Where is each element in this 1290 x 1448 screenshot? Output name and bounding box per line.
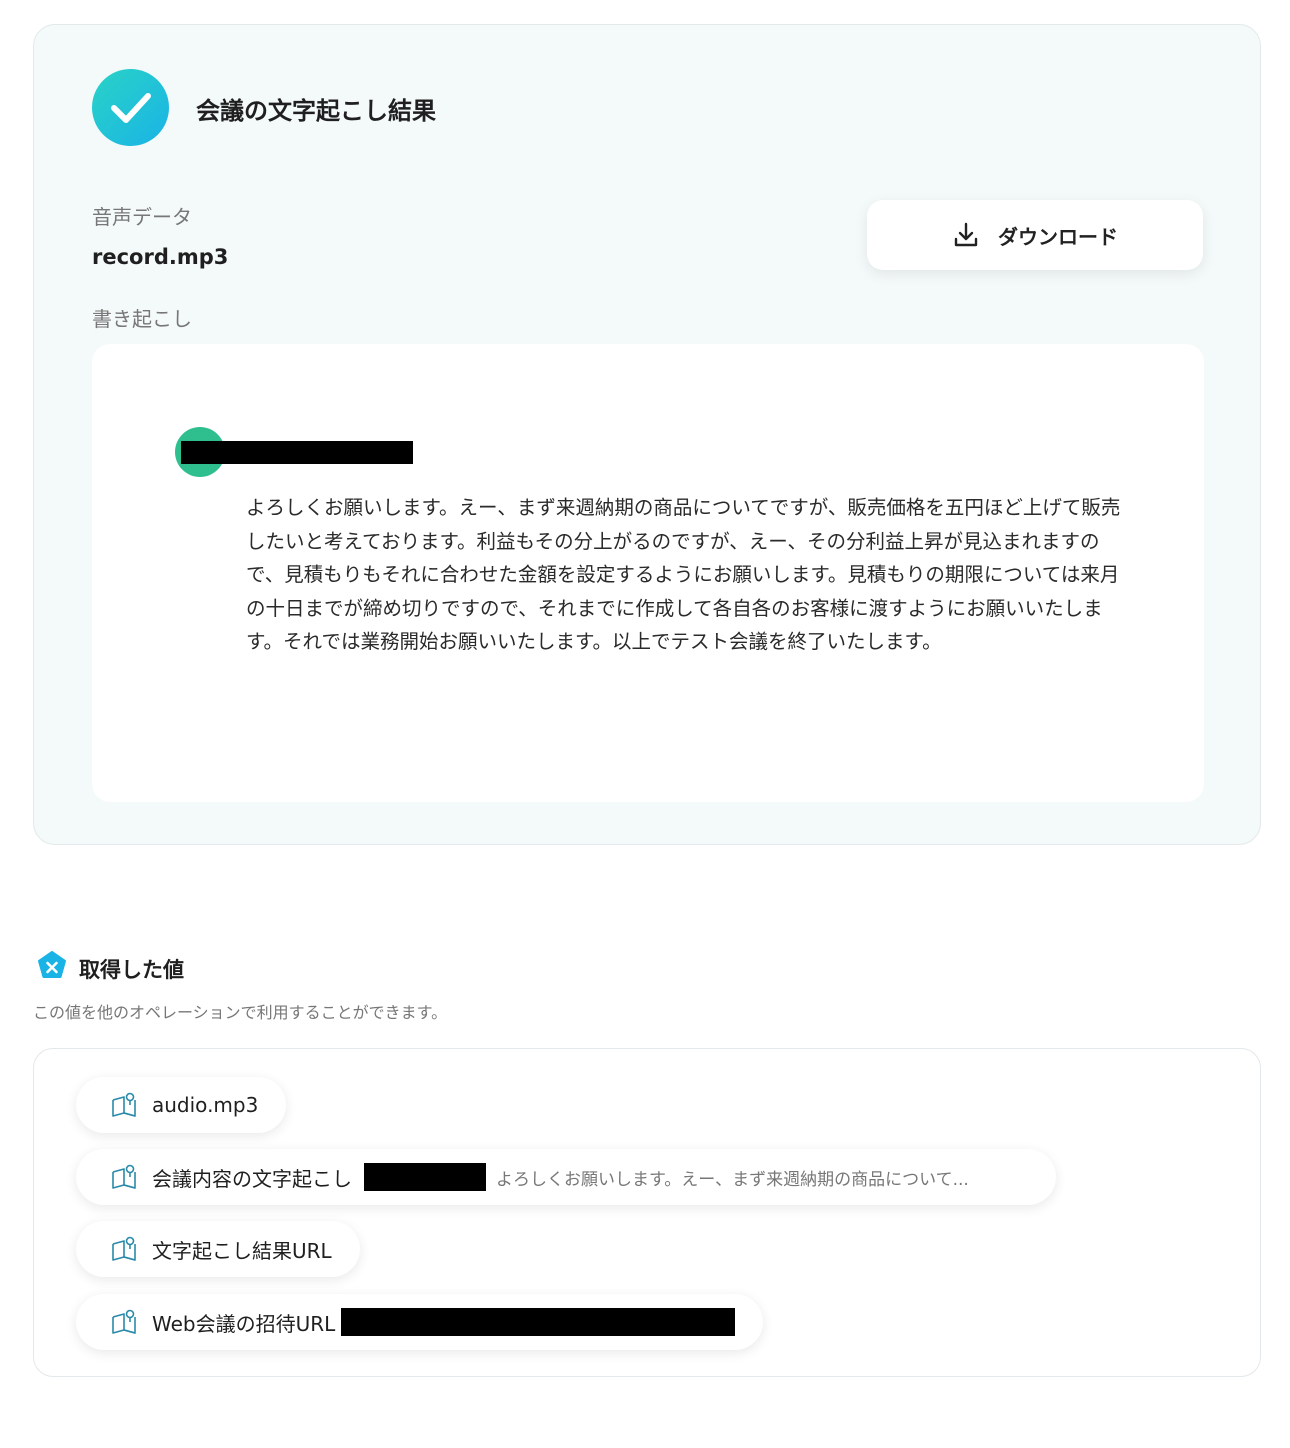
audio-filename: record.mp3 bbox=[92, 245, 229, 269]
transcription-result-card: 会議の文字起こし結果 音声データ record.mp3 ダウンロード 書き起こし… bbox=[33, 24, 1261, 845]
value-chip-meeting-url[interactable]: Web会議の招待URL bbox=[76, 1294, 764, 1350]
book-icon bbox=[112, 1164, 136, 1189]
redacted-block bbox=[364, 1163, 486, 1191]
variable-badge-icon bbox=[38, 951, 66, 978]
check-icon bbox=[92, 69, 169, 146]
audio-data-label: 音声データ bbox=[92, 205, 192, 229]
value-label: audio.mp3 bbox=[152, 1093, 259, 1117]
obtained-values-title: 取得した値 bbox=[79, 958, 184, 982]
result-title: 会議の文字起こし結果 bbox=[196, 97, 436, 125]
obtained-values-description: この値を他のオペレーションで利用することができます。 bbox=[33, 1003, 448, 1022]
value-label: Web会議の招待URL bbox=[152, 1311, 336, 1336]
transcript-box: よろしくお願いします。えー、まず来週納期の商品についてですが、販売価格を五円ほど… bbox=[92, 344, 1204, 802]
value-label: 文字起こし結果URL bbox=[152, 1238, 332, 1263]
speaker-name-redacted bbox=[181, 441, 413, 464]
book-icon bbox=[112, 1092, 136, 1117]
value-chip-result-url[interactable]: 文字起こし結果URL bbox=[76, 1221, 360, 1277]
download-button[interactable]: ダウンロード bbox=[867, 200, 1203, 270]
transcript-label: 書き起こし bbox=[92, 307, 192, 331]
redacted-block bbox=[341, 1308, 736, 1336]
download-icon bbox=[954, 222, 978, 247]
obtained-values-list: audio.mp3 会議内容の文字起こし よろしくお願いします。えー、まず来週納… bbox=[33, 1048, 1261, 1377]
value-preview: よろしくお願いします。えー、まず来週納期の商品について... bbox=[496, 1169, 969, 1190]
value-chip-transcription[interactable]: 会議内容の文字起こし よろしくお願いします。えー、まず来週納期の商品について..… bbox=[76, 1149, 1056, 1205]
value-label: 会議内容の文字起こし bbox=[152, 1166, 352, 1191]
value-chip-audio[interactable]: audio.mp3 bbox=[76, 1077, 287, 1133]
download-label: ダウンロード bbox=[998, 224, 1118, 249]
book-icon bbox=[112, 1236, 136, 1261]
book-icon bbox=[112, 1309, 136, 1334]
transcript-text: よろしくお願いします。えー、まず来週納期の商品についてですが、販売価格を五円ほど… bbox=[246, 496, 1121, 654]
